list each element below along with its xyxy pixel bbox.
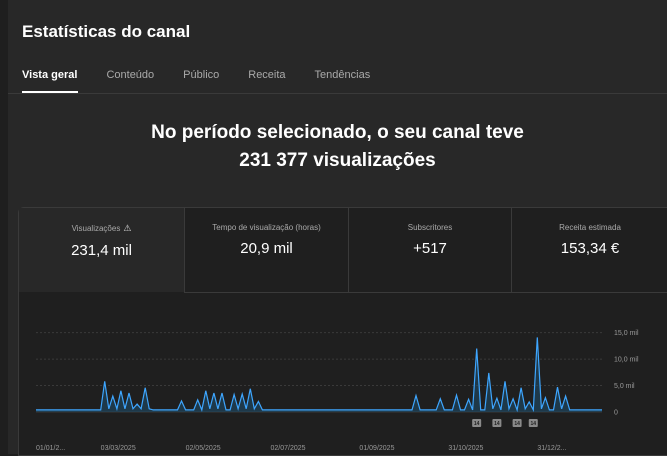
warning-icon: ⚠ xyxy=(123,223,132,233)
svg-text:14: 14 xyxy=(514,421,520,427)
views-line-chart[interactable]: 15,0 mil 10,0 mil 5,0 mil 0 01/01/2... 03/03… xyxy=(18,318,667,454)
x-tick-label: 31/10/2025 xyxy=(448,445,483,452)
video-marker-icon[interactable]: 14 xyxy=(512,419,522,427)
x-tick-label: 03/03/2025 xyxy=(101,445,136,452)
tab-content[interactable]: Conteúdo xyxy=(106,69,154,81)
x-tick-label: 31/12/2... xyxy=(537,445,566,452)
page-title: Estatísticas do canal xyxy=(22,22,191,41)
metric-revenue-label: Receita estimada xyxy=(559,223,621,232)
y-tick-label: 15,0 mil xyxy=(614,330,639,337)
x-tick-label: 01/09/2025 xyxy=(359,445,394,452)
y-tick-label: 0 xyxy=(614,410,618,417)
summary-line-1: No período selecionado, o seu canal teve xyxy=(151,122,524,143)
metric-subscribers[interactable]: Subscritores +517 xyxy=(349,208,511,292)
tab-trends[interactable]: Tendências xyxy=(315,69,371,81)
svg-text:14: 14 xyxy=(530,421,536,427)
video-marker-icon[interactable]: 14 xyxy=(492,419,502,427)
tabs-divider xyxy=(8,93,667,94)
x-tick-label: 02/05/2025 xyxy=(186,445,221,452)
summary-line-2: 231 377 visualizações xyxy=(239,150,436,171)
tab-audience[interactable]: Público xyxy=(183,69,219,81)
x-tick-label: 01/01/2... xyxy=(36,445,65,452)
video-marker-icon[interactable]: 14 xyxy=(528,419,538,427)
metric-subscribers-label: Subscritores xyxy=(407,223,453,232)
metric-views-value: 231,4 mil xyxy=(71,242,132,259)
tab-revenue[interactable]: Receita xyxy=(248,69,285,81)
metric-watch-time[interactable]: Tempo de visualização (horas) 20,9 mil xyxy=(185,208,348,292)
metric-views[interactable]: Visualizações ⚠ 231,4 mil xyxy=(19,208,184,292)
x-tick-label: 02/07/2025 xyxy=(270,445,305,452)
tab-bar: Vista geral Conteúdo Público Receita Ten… xyxy=(22,69,399,81)
metric-watch-time-value: 20,9 mil xyxy=(240,240,293,257)
metric-revenue[interactable]: Receita estimada 153,34 € xyxy=(512,208,667,292)
chart-area xyxy=(36,337,602,412)
metric-divider-bottom xyxy=(184,292,667,293)
svg-text:14: 14 xyxy=(494,421,500,427)
summary-headline: No período selecionado, o seu canal teve… xyxy=(8,119,667,175)
y-tick-label: 10,0 mil xyxy=(614,357,639,364)
metric-revenue-value: 153,34 € xyxy=(560,240,620,257)
metric-views-label: Visualizações xyxy=(71,224,121,233)
y-tick-label: 5,0 mil xyxy=(614,383,635,390)
metric-subscribers-value: +517 xyxy=(413,240,447,257)
svg-text:14: 14 xyxy=(474,421,480,427)
tab-overview[interactable]: Vista geral xyxy=(22,69,77,81)
video-marker-icon[interactable]: 14 xyxy=(472,419,482,427)
metric-watch-time-label: Tempo de visualização (horas) xyxy=(212,223,321,232)
